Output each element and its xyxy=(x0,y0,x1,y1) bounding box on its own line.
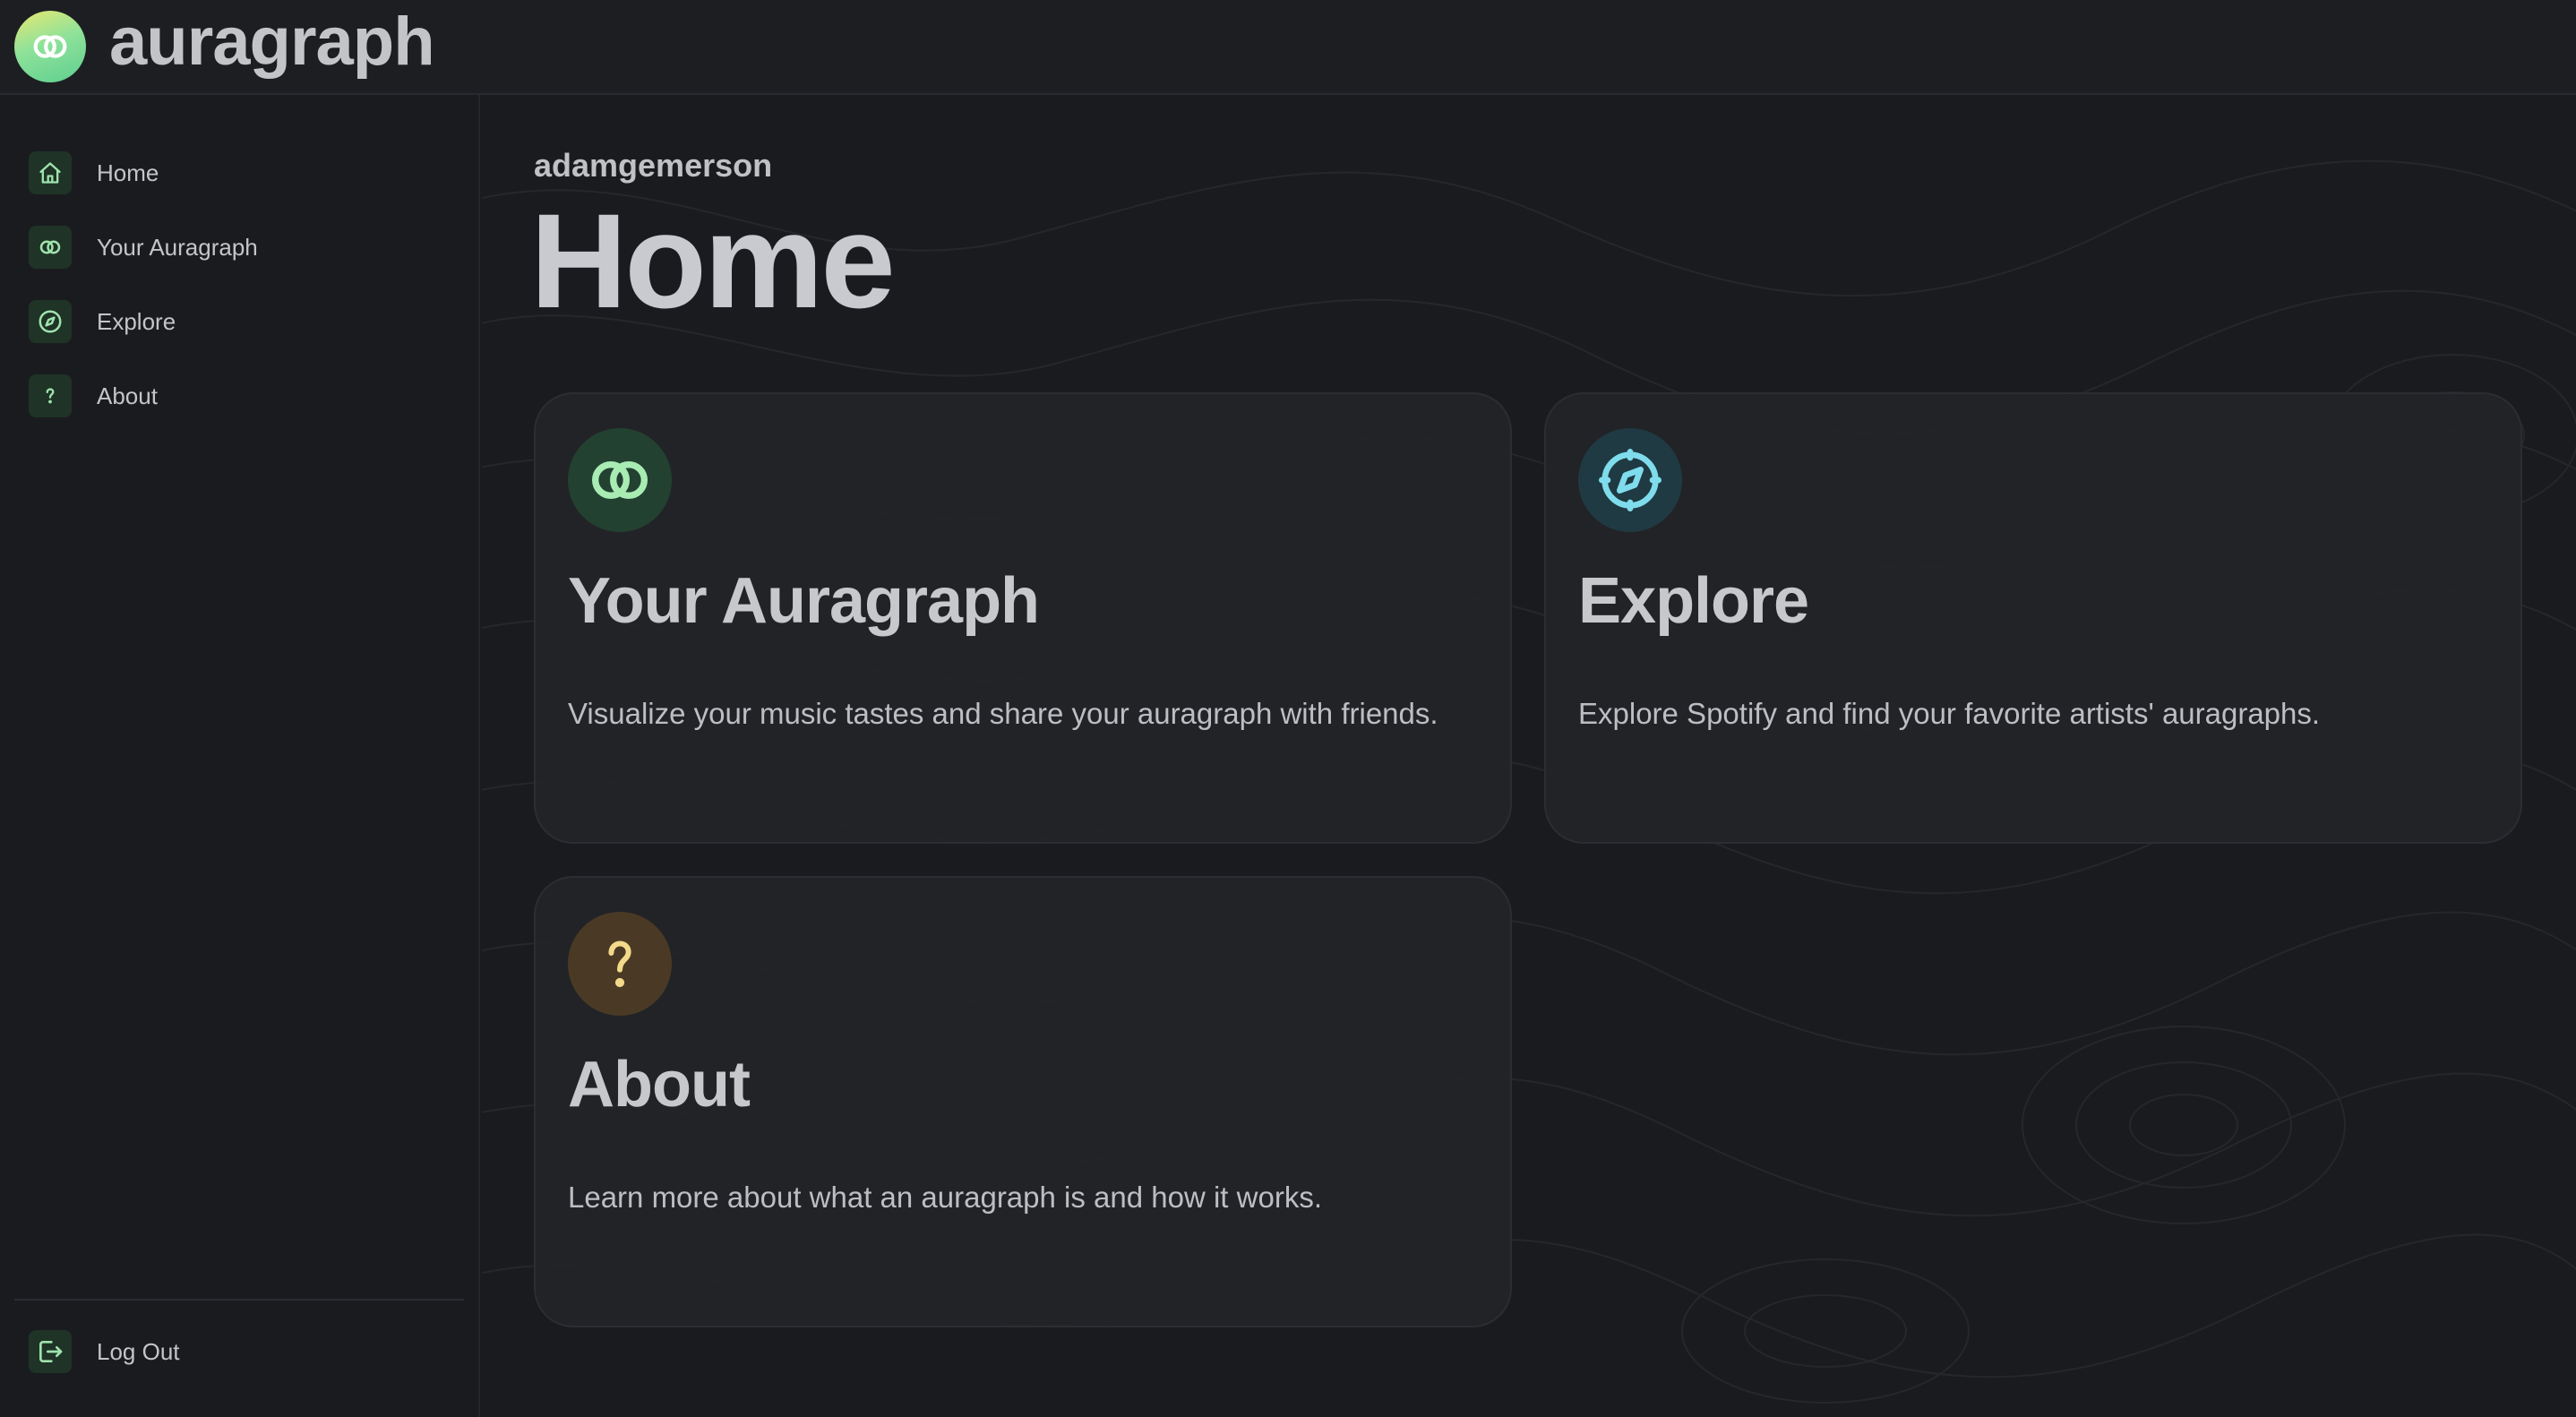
main-content: adamgemerson Home Your Auragraph Visuali… xyxy=(482,95,2576,1417)
card-description: Visualize your music tastes and share yo… xyxy=(568,697,1438,730)
rings-icon xyxy=(29,226,72,269)
card-title: About xyxy=(568,1049,751,1121)
top-bar: auragraph xyxy=(0,0,2576,95)
logout-icon xyxy=(29,1330,72,1373)
sidebar: Home Your Auragraph Explore About Log Ou… xyxy=(0,95,480,1417)
app-root: auragraph Home Your Auragraph Explore Ab… xyxy=(0,0,2576,1417)
sidebar-item-label: Your Auragraph xyxy=(97,233,258,261)
page-title: Home xyxy=(530,185,896,336)
sidebar-item-label: Explore xyxy=(97,307,176,335)
logo-icon[interactable] xyxy=(14,11,86,82)
question-icon xyxy=(29,374,72,417)
home-icon xyxy=(29,151,72,194)
sidebar-item-label: About xyxy=(97,382,158,409)
logout-label: Log Out xyxy=(97,1337,180,1365)
card-explore[interactable]: Explore Explore Spotify and find your fa… xyxy=(1544,392,2522,844)
sidebar-item-label: Home xyxy=(97,159,159,186)
sidebar-divider xyxy=(14,1299,464,1301)
card-description: Learn more about what an auragraph is an… xyxy=(568,1181,1322,1214)
sidebar-item-about[interactable]: About xyxy=(29,374,459,418)
card-about[interactable]: About Learn more about what an auragraph… xyxy=(534,876,1512,1327)
card-title: Explore xyxy=(1578,565,1809,637)
rings-icon xyxy=(568,428,672,532)
compass-icon xyxy=(1578,428,1682,532)
logout-button[interactable]: Log Out xyxy=(29,1329,459,1374)
compass-icon xyxy=(29,300,72,343)
card-title: Your Auragraph xyxy=(568,565,1040,637)
sidebar-item-your-auragraph[interactable]: Your Auragraph xyxy=(29,225,459,270)
brand-name[interactable]: auragraph xyxy=(109,2,435,82)
username: adamgemerson xyxy=(534,147,773,184)
question-icon xyxy=(568,912,672,1016)
card-your-auragraph[interactable]: Your Auragraph Visualize your music tast… xyxy=(534,392,1512,844)
sidebar-item-home[interactable]: Home xyxy=(29,150,459,195)
card-description: Explore Spotify and find your favorite a… xyxy=(1578,697,2321,730)
sidebar-item-explore[interactable]: Explore xyxy=(29,299,459,344)
